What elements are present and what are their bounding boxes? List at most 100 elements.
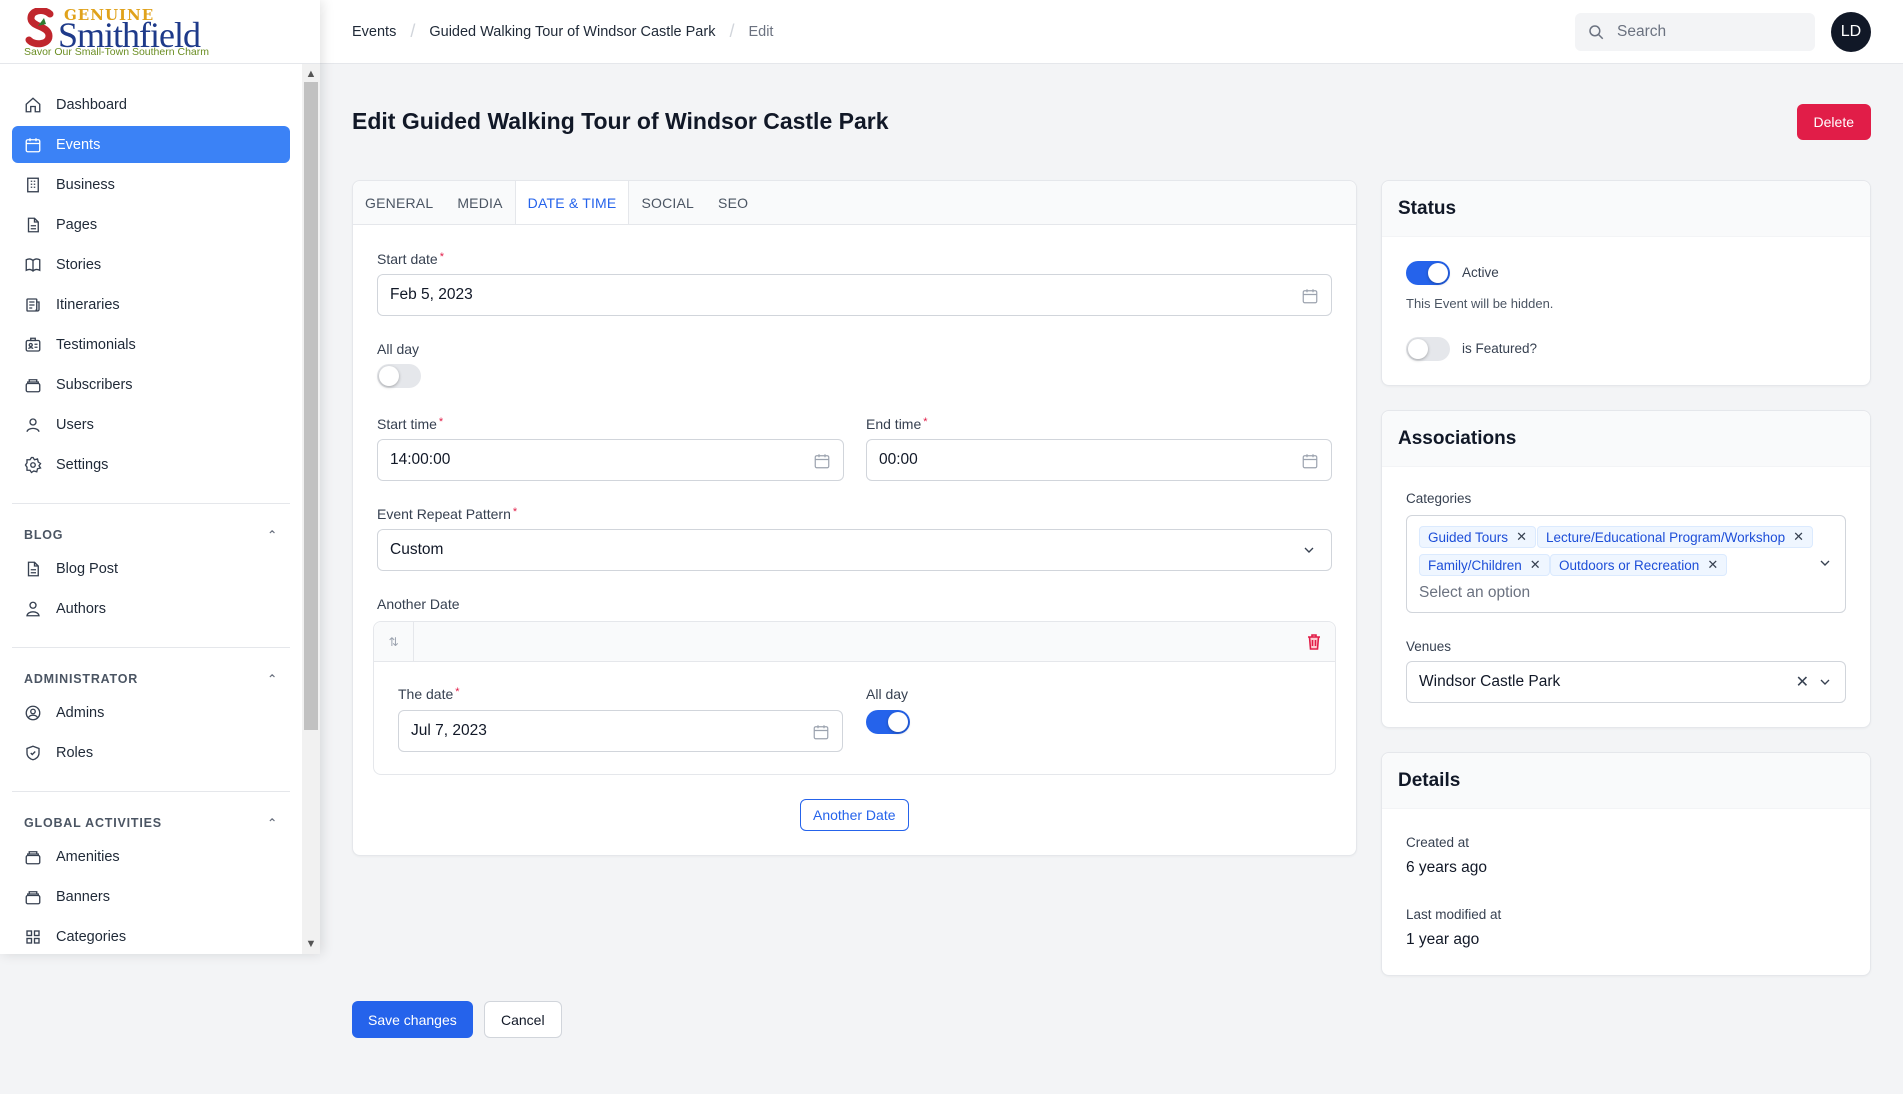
sidebar-item-events[interactable]: Events: [12, 126, 290, 163]
tab-social[interactable]: SOCIAL: [629, 181, 706, 224]
sidebar-item-users[interactable]: Users: [12, 406, 290, 443]
remove-chip-icon[interactable]: ✕: [1707, 557, 1718, 573]
start-date-label: Start date *: [377, 251, 444, 267]
repeat-pattern-select[interactable]: Custom: [377, 529, 1332, 571]
sidebar-item-settings[interactable]: Settings: [12, 446, 290, 483]
chevron-up-icon: ⌃: [267, 528, 278, 542]
start-date-field[interactable]: Feb 5, 2023: [377, 274, 1332, 316]
scroll-down-arrow-icon[interactable]: ▼: [302, 936, 320, 952]
category-chip-label: Outdoors or Recreation: [1559, 557, 1700, 573]
repeater-date-field[interactable]: Jul 7, 2023: [398, 710, 843, 752]
sidebar-item-roles[interactable]: Roles: [12, 734, 290, 771]
brand-logo[interactable]: GENUINE Smithfield Savor Our Small-Town …: [0, 0, 320, 64]
breadcrumb-current: Edit: [748, 23, 774, 40]
sidebar-item-amenities[interactable]: Amenities: [12, 838, 290, 875]
scroll-up-arrow-icon[interactable]: ▲: [302, 66, 320, 82]
category-chip-label: Lecture/Educational Program/Workshop: [1546, 529, 1786, 545]
sidebar-item-label: Business: [56, 176, 115, 193]
sidebar-item-label: Categories: [56, 928, 127, 945]
remove-chip-icon[interactable]: ✕: [1516, 529, 1527, 545]
collection-icon: [25, 890, 41, 904]
start-time-field[interactable]: 14:00:00: [377, 439, 844, 481]
chevron-down-icon[interactable]: [1817, 674, 1833, 695]
delete-button[interactable]: Delete: [1796, 104, 1871, 140]
add-another-date-button[interactable]: Another Date: [800, 799, 909, 831]
sidebar-item-testimonials[interactable]: Testimonials: [12, 326, 290, 363]
nav-group-title: ADMINISTRATOR: [24, 672, 139, 686]
all-day-label: All day: [377, 341, 420, 357]
sidebar-item-dashboard[interactable]: Dashboard: [12, 86, 290, 123]
category-chip: Outdoors or Recreation ✕: [1550, 554, 1728, 576]
reorder-handle-icon[interactable]: ⇅: [374, 622, 414, 662]
breadcrumb-events[interactable]: Events: [352, 24, 396, 40]
featured-label: is Featured?: [1462, 341, 1538, 356]
search-icon: [1589, 25, 1604, 40]
end-time-field[interactable]: 00:00: [866, 439, 1332, 481]
chevron-up-icon: ⌃: [267, 672, 278, 686]
sidebar-item-pages[interactable]: Pages: [12, 206, 290, 243]
toggle-knob: [888, 712, 908, 732]
nav-divider: [12, 503, 290, 504]
tab-media[interactable]: MEDIA: [445, 181, 514, 224]
start-time-label: Start time *: [377, 416, 443, 432]
category-chip-label: Guided Tours: [1428, 529, 1509, 545]
sidebar-item-admins[interactable]: Admins: [12, 694, 290, 731]
gear-icon: [24, 456, 42, 473]
chevron-down-icon: [1301, 542, 1317, 563]
nav-group-global-activities[interactable]: GLOBAL ACTIVITIES ⌃: [12, 808, 290, 838]
collection-icon: [25, 378, 41, 392]
sidebar-item-categories[interactable]: Categories: [12, 918, 290, 954]
sidebar-item-authors[interactable]: Authors: [12, 590, 290, 627]
repeater-all-day-toggle[interactable]: [866, 710, 910, 734]
clear-selection-icon[interactable]: ✕: [1796, 672, 1809, 692]
sidebar-item-business[interactable]: Business: [12, 166, 290, 203]
nav-group-administrator[interactable]: ADMINISTRATOR ⌃: [12, 664, 290, 694]
required-asterisk: *: [923, 416, 928, 428]
categories-placeholder[interactable]: Select an option: [1419, 584, 1530, 602]
tab-date-time[interactable]: DATE & TIME: [514, 181, 630, 224]
users-icon: [26, 601, 40, 616]
sidebar-item-subscribers[interactable]: Subscribers: [12, 366, 290, 403]
venues-select[interactable]: Windsor Castle Park ✕: [1406, 661, 1846, 703]
all-day-toggle[interactable]: [377, 364, 421, 388]
nav-group-blog[interactable]: BLOG ⌃: [12, 520, 290, 550]
sidebar-item-label: Events: [56, 136, 101, 153]
sidebar-item-stories[interactable]: Stories: [12, 246, 290, 283]
sidebar-item-label: Testimonials: [56, 336, 136, 353]
sidebar-item-label: Banners: [56, 888, 111, 905]
venue-value: Windsor Castle Park: [1419, 673, 1561, 690]
sidebar-item-banners[interactable]: Banners: [12, 878, 290, 915]
repeat-pattern-label: Event Repeat Pattern *: [377, 506, 517, 522]
sidebar-item-blog-post[interactable]: Blog Post: [12, 550, 290, 587]
another-date-repeater-item: ⇅ The date * Jul 7, 2023 All day: [373, 621, 1336, 775]
created-at-value: 6 years ago: [1406, 859, 1487, 876]
avatar[interactable]: LD: [1831, 12, 1871, 52]
sidebar-item-label: Amenities: [56, 848, 120, 865]
featured-toggle[interactable]: [1406, 337, 1450, 361]
search-input[interactable]: Search: [1575, 13, 1815, 51]
calendar-icon: [812, 723, 830, 741]
sidebar-item-label: Itineraries: [56, 296, 120, 313]
tab-seo[interactable]: SEO: [706, 181, 760, 224]
remove-chip-icon[interactable]: ✕: [1793, 529, 1804, 545]
sidebar-nav: Dashboard Events Business Pages Stories …: [0, 64, 302, 954]
details-card: Details Created at 6 years ago Last modi…: [1381, 752, 1871, 976]
save-changes-button[interactable]: Save changes: [352, 1001, 473, 1038]
active-label: Active: [1462, 265, 1499, 280]
chevron-down-icon[interactable]: [1817, 555, 1833, 576]
sidebar-scrollbar[interactable]: ▲ ▼: [302, 64, 320, 954]
breadcrumb-event[interactable]: Guided Walking Tour of Windsor Castle Pa…: [429, 24, 715, 40]
chevron-up-icon: ⌃: [267, 816, 278, 830]
nav-group-title: GLOBAL ACTIVITIES: [24, 816, 162, 830]
categories-multiselect[interactable]: Guided Tours ✕ Lecture/Educational Progra…: [1406, 515, 1846, 613]
remove-chip-icon[interactable]: ✕: [1530, 557, 1541, 573]
nav-divider: [12, 647, 290, 648]
page-title: Edit Guided Walking Tour of Windsor Cast…: [352, 108, 889, 134]
cancel-button[interactable]: Cancel: [484, 1001, 562, 1038]
sidebar-item-itineraries[interactable]: Itineraries: [12, 286, 290, 323]
trash-icon[interactable]: [1307, 634, 1321, 650]
scrollbar-thumb[interactable]: [304, 82, 318, 730]
tab-general[interactable]: GENERAL: [353, 181, 445, 224]
search-placeholder: Search: [1617, 23, 1667, 40]
active-toggle[interactable]: [1406, 261, 1450, 285]
